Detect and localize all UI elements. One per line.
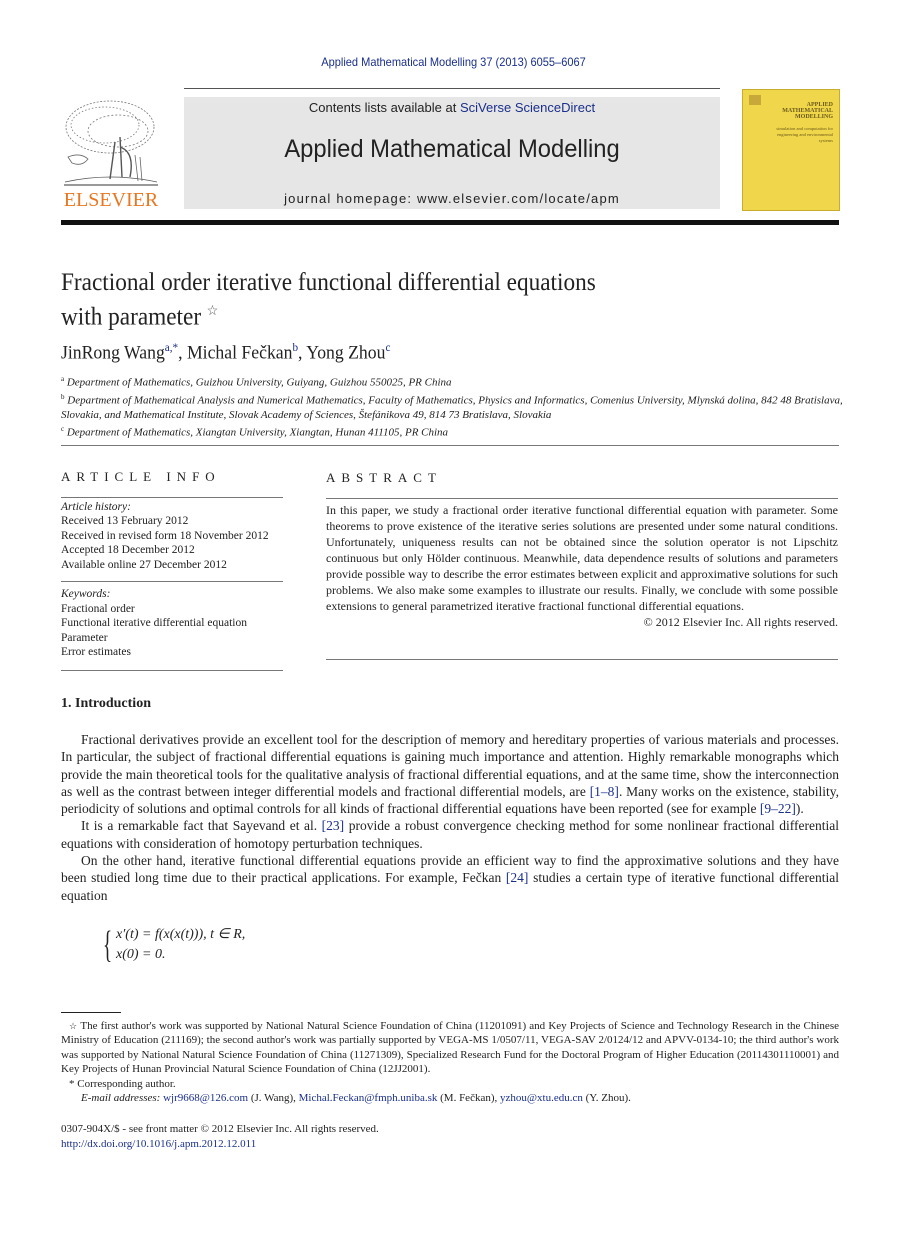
email-link[interactable]: Michal.Feckan@fmph.uniba.sk — [299, 1092, 438, 1104]
keyword: Fractional order — [61, 602, 135, 615]
history-item: Available online 27 December 2012 — [61, 558, 227, 571]
equation-line: x(0) = 0. — [116, 947, 166, 962]
abstract-text: In this paper, we study a fractional ord… — [326, 503, 838, 613]
paragraph: On the other hand, iterative functional … — [61, 853, 839, 903]
abstract: ABSTRACT In this paper, we study a fract… — [326, 470, 838, 660]
issn-line: 0307-904X/$ - see front matter © 2012 El… — [61, 1123, 379, 1135]
equation-line: x′(t) = f(x(x(t))), t ∈ R, — [116, 927, 246, 942]
divider — [326, 498, 838, 499]
citation-link[interactable]: [1–8] — [590, 784, 619, 799]
affiliations: a Department of Mathematics, Guizhou Uni… — [61, 372, 851, 440]
email-link[interactable]: wjr9668@126.com — [163, 1092, 248, 1104]
divider — [61, 581, 283, 582]
keyword: Functional iterative differential equati… — [61, 617, 247, 629]
contents-line: Contents lists available at SciVerse Sci… — [184, 100, 720, 115]
email-link[interactable]: yzhou@xtu.edu.cn — [500, 1092, 583, 1104]
citation-link[interactable]: [23] — [322, 818, 345, 833]
elsevier-logo: ELSEVIER — [60, 97, 162, 212]
author-name: Yong Zhou — [306, 342, 386, 364]
journal-name: Applied Mathematical Modelling — [284, 135, 620, 163]
abstract-copyright: © 2012 Elsevier Inc. All rights reserved… — [643, 615, 838, 629]
history-item: Accepted 18 December 2012 — [61, 544, 195, 556]
footnotes: ☆ The first author's work was supported … — [61, 1019, 839, 1105]
funding-footnote: ☆ The first author's work was supported … — [61, 1020, 839, 1076]
tree-icon — [64, 100, 158, 186]
divider — [61, 496, 283, 498]
citation-link[interactable]: [24] — [506, 870, 529, 885]
article-title: Fractional order iterative functional di… — [61, 269, 596, 331]
email-footnote: E-mail addresses: wjr9668@126.com (J. Wa… — [81, 1092, 631, 1105]
author-affil-mark[interactable]: a,* — [165, 340, 178, 354]
citation-link[interactable]: [9–22] — [760, 801, 796, 816]
sciencedirect-link[interactable]: SciVerse ScienceDirect — [460, 100, 595, 115]
elsevier-wordmark: ELSEVIER — [63, 189, 159, 211]
abstract-heading: ABSTRACT — [326, 470, 442, 485]
equation: { x′(t) = f(x(x(t))), t ∈ R, x(0) = 0. — [103, 925, 245, 965]
journal-masthead: Contents lists available at SciVerse Sci… — [184, 97, 720, 209]
footnote-rule — [61, 1012, 121, 1013]
paragraph: It is a remarkable fact that Sayevand et… — [61, 818, 839, 851]
journal-homepage[interactable]: journal homepage: www.elsevier.com/locat… — [184, 191, 720, 206]
affiliation: a Department of Mathematics, Guizhou Uni… — [61, 375, 452, 389]
left-brace-icon: { — [103, 924, 113, 966]
article-info-heading: ARTICLE INFO — [61, 469, 221, 484]
cover-logo-icon — [749, 95, 761, 105]
history-item: Received 13 February 2012 — [61, 515, 189, 527]
history-label: Article history: — [61, 500, 131, 513]
section-divider — [61, 445, 839, 446]
doi-link[interactable]: http://dx.doi.org/10.1016/j.apm.2012.12.… — [61, 1137, 379, 1152]
keywords-label: Keywords: — [61, 588, 111, 600]
paragraph: Fractional derivatives provide an excell… — [61, 732, 840, 817]
introduction-body: Fractional derivatives provide an excell… — [61, 731, 839, 904]
keyword: Error estimates — [61, 646, 131, 658]
journal-cover: APPLIED MATHEMATICAL MODELLING simulatio… — [742, 89, 840, 211]
affiliation: c Department of Mathematics, Xiangtan Un… — [61, 424, 449, 439]
author-affil-mark[interactable]: c — [385, 340, 390, 354]
cover-subtitle: simulation and computation for engineeri… — [776, 126, 833, 143]
article-info: ARTICLE INFO Article history: Received 1… — [61, 469, 283, 671]
author-list: JinRong Wanga,*, Michal Fečkanb, Yong Zh… — [61, 340, 391, 364]
running-head: Applied Mathematical Modelling 37 (2013)… — [321, 55, 586, 69]
divider — [61, 669, 283, 671]
affiliation: b Department of Mathematical Analysis an… — [61, 392, 843, 421]
history-item: Received in revised form 18 November 201… — [61, 529, 269, 542]
front-matter: 0307-904X/$ - see front matter © 2012 El… — [61, 1122, 379, 1151]
title-footnote-mark[interactable]: ☆ — [207, 304, 219, 319]
corresponding-footnote: * Corresponding author. — [69, 1077, 176, 1090]
divider — [326, 659, 838, 660]
contents-prefix: Contents lists available at — [308, 100, 460, 115]
author-name: JinRong Wang — [61, 342, 165, 364]
section-heading: 1. Introduction — [61, 696, 151, 711]
header-rule — [184, 88, 720, 89]
author-affil-mark[interactable]: b — [292, 340, 298, 354]
author-name: Michal Fečkan — [186, 342, 293, 364]
masthead-rule — [61, 220, 839, 225]
keyword: Parameter — [61, 631, 108, 644]
cover-title: APPLIED MATHEMATICAL MODELLING — [782, 102, 833, 120]
